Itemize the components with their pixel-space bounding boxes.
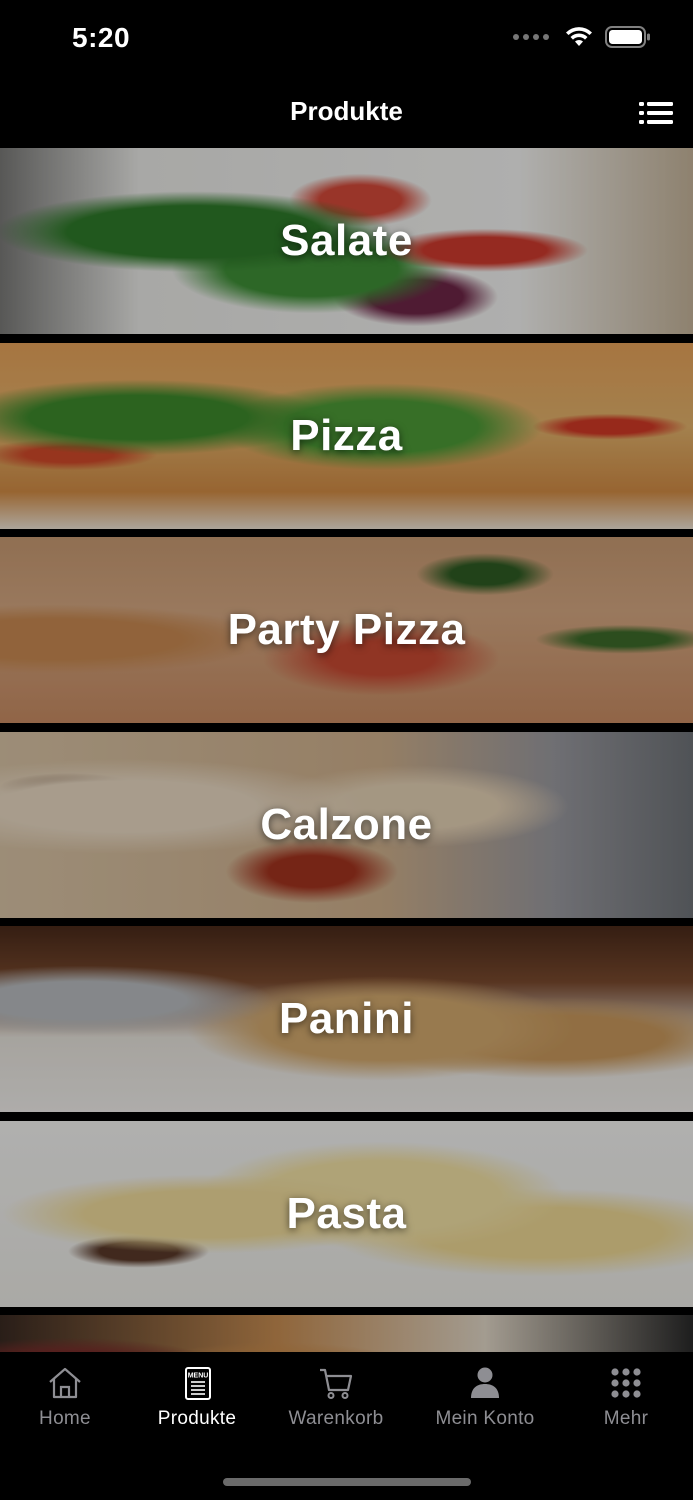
navigation-bar: Produkte bbox=[0, 80, 693, 148]
category-list: Salate Pizza Party Pizza Calzone Panini … bbox=[0, 148, 693, 1352]
tab-warenkorb[interactable]: Warenkorb bbox=[271, 1364, 401, 1430]
person-icon bbox=[471, 1367, 499, 1398]
category-label: Salate bbox=[280, 216, 413, 265]
tab-mehr[interactable]: Mehr bbox=[561, 1364, 691, 1430]
tab-label: Mein Konto bbox=[435, 1408, 535, 1429]
wifi-icon bbox=[566, 27, 592, 46]
category-panini[interactable]: Panini bbox=[0, 926, 693, 1112]
menu-card-icon: MENU bbox=[185, 1367, 211, 1400]
category-burger[interactable] bbox=[0, 1315, 693, 1352]
cart-icon bbox=[320, 1368, 353, 1399]
tab-produkte[interactable]: MENU Produkte bbox=[132, 1364, 262, 1430]
status-icons bbox=[513, 26, 651, 48]
category-party-pizza[interactable]: Party Pizza bbox=[0, 537, 693, 723]
tab-home[interactable]: Home bbox=[0, 1364, 130, 1430]
status-bar: 5:20 bbox=[0, 0, 693, 80]
category-pasta[interactable]: Pasta bbox=[0, 1120, 693, 1307]
category-pizza[interactable]: Pizza bbox=[0, 342, 693, 529]
menu-icon-text: MENU bbox=[188, 1373, 209, 1380]
category-label: Calzone bbox=[260, 799, 433, 849]
tab-mein-konto[interactable]: Mein Konto bbox=[420, 1364, 550, 1430]
category-salate[interactable]: Salate bbox=[0, 148, 693, 334]
grid-dots-icon bbox=[611, 1368, 641, 1398]
signal-icon bbox=[513, 34, 549, 40]
list-icon[interactable] bbox=[639, 98, 673, 128]
page-title: Produkte bbox=[290, 96, 403, 126]
tab-label: Produkte bbox=[157, 1408, 237, 1429]
tab-label: Mehr bbox=[603, 1408, 649, 1429]
category-label: Party Pizza bbox=[227, 605, 466, 654]
battery-icon bbox=[605, 26, 650, 48]
tab-label: Warenkorb bbox=[288, 1408, 384, 1429]
category-calzone[interactable]: Calzone bbox=[0, 731, 693, 918]
status-time: 5:20 bbox=[72, 22, 131, 53]
tab-label: Home bbox=[39, 1408, 91, 1429]
category-label: Pasta bbox=[286, 1188, 407, 1238]
category-label: Panini bbox=[278, 994, 415, 1043]
category-label: Pizza bbox=[290, 410, 403, 460]
home-icon bbox=[49, 1367, 81, 1399]
home-indicator bbox=[223, 1478, 471, 1486]
